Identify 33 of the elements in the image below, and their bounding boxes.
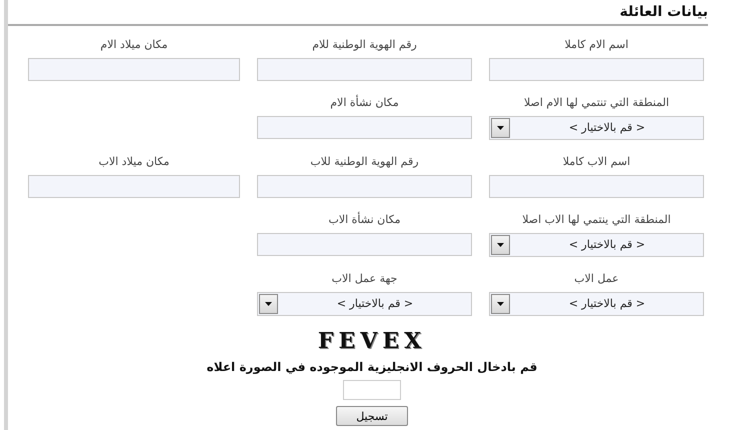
field-label: جهة عمل الاب	[332, 272, 398, 286]
input-field[interactable]	[28, 58, 240, 81]
dropdown[interactable]: < قم بالاختيار >	[489, 116, 704, 140]
captcha-instruction: قم بادخال الحروف الانجليزية الموجوده في الصورة اعلاه	[206, 360, 538, 374]
submit-button[interactable]: تسجيل	[336, 406, 408, 426]
field-label: عمل الاب	[574, 272, 619, 286]
input-field[interactable]	[257, 58, 472, 81]
field-label: مكان نشأة الام	[330, 96, 399, 110]
field-label: اسم الام كاملا	[564, 38, 628, 52]
captcha-image: FEVEX	[318, 328, 426, 354]
field-label: المنطقة التي تنتمي لها الام اصلا	[524, 96, 670, 110]
input-field[interactable]	[28, 175, 240, 198]
field-label: اسم الاب كاملا	[562, 155, 630, 169]
caret-icon	[497, 302, 504, 306]
captcha-field[interactable]	[343, 380, 401, 400]
caret-icon	[497, 243, 504, 247]
field-label: مكان ميلاد الاب	[98, 155, 170, 169]
field-label: رقم الهوية الوطنية للاب	[310, 155, 419, 169]
input-field[interactable]	[257, 175, 472, 198]
input-field[interactable]	[257, 233, 472, 256]
input-field[interactable]	[257, 116, 472, 139]
field-label: مكان نشأة الاب	[328, 213, 401, 227]
caret-icon	[265, 302, 272, 306]
field-label: رقم الهوية الوطنية للام	[312, 38, 417, 52]
field-label: المنطقة التي ينتمي لها الاب اصلا	[522, 213, 671, 227]
dropdown[interactable]: < قم بالاختيار >	[489, 292, 704, 316]
field-label: مكان ميلاد الام	[100, 38, 168, 52]
input-field[interactable]	[489, 58, 704, 81]
dropdown[interactable]: < قم بالاختيار >	[257, 292, 472, 316]
section-title: بيانات العائلة	[618, 3, 709, 22]
dropdown[interactable]: < قم بالاختيار >	[489, 233, 704, 257]
input-field[interactable]	[489, 175, 704, 198]
caret-icon	[497, 126, 504, 130]
